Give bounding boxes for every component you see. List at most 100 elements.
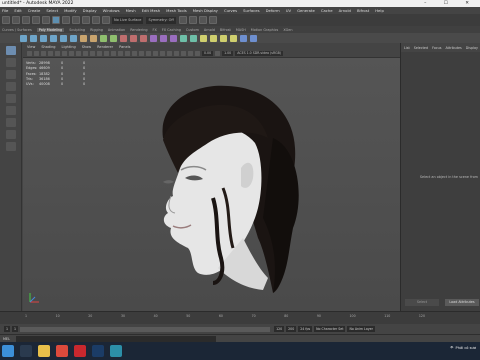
range-bar[interactable] bbox=[20, 326, 271, 332]
menu-item[interactable]: File bbox=[2, 8, 8, 13]
menu-item[interactable]: Cache bbox=[321, 8, 333, 13]
poly-cone-icon[interactable] bbox=[50, 34, 57, 42]
symmetry-dropdown[interactable]: Symmetry: Off bbox=[146, 16, 176, 24]
bookmark-icon[interactable] bbox=[34, 51, 39, 56]
depth-of-field-icon[interactable] bbox=[167, 51, 172, 56]
single-perspective-layout-icon[interactable] bbox=[5, 118, 16, 127]
open-scene-icon[interactable] bbox=[12, 16, 20, 24]
character-set-dropdown[interactable]: No Character Set bbox=[314, 326, 346, 332]
boolean-icon[interactable] bbox=[110, 34, 117, 42]
center-pivot-icon[interactable] bbox=[210, 34, 217, 42]
move-tool-icon[interactable] bbox=[5, 82, 16, 91]
shelf-tab[interactable]: Animation bbox=[108, 28, 125, 32]
channel-box-tab[interactable]: Selected bbox=[414, 46, 428, 50]
gamma-field[interactable]: 1.00 bbox=[222, 51, 234, 56]
menu-item[interactable]: Select bbox=[46, 8, 58, 13]
motion-blur-icon[interactable] bbox=[153, 51, 158, 56]
shelf-tab[interactable]: Rigging bbox=[90, 28, 103, 32]
menu-item[interactable]: Deform bbox=[266, 8, 280, 13]
menu-item[interactable]: Edit Mesh bbox=[142, 8, 161, 13]
paint-select-tool-icon[interactable] bbox=[5, 70, 16, 79]
combine-icon[interactable] bbox=[80, 34, 87, 42]
menu-item[interactable]: Windows bbox=[103, 8, 120, 13]
fps-dropdown[interactable]: 24 fps bbox=[298, 326, 313, 332]
shelf-tab[interactable]: FX bbox=[153, 28, 157, 32]
panel-menu-item[interactable]: Renderer bbox=[97, 45, 113, 49]
time-slider[interactable]: 1 10 20 30 40 50 60 70 80 90 100 110 120 bbox=[0, 311, 480, 324]
panel-menu-item[interactable]: View bbox=[27, 45, 35, 49]
xray-icon[interactable] bbox=[181, 51, 186, 56]
search-icon[interactable] bbox=[20, 345, 32, 357]
shelf-tab[interactable]: MASH bbox=[236, 28, 246, 32]
menu-item[interactable]: Bifrost bbox=[357, 8, 369, 13]
smooth-shade-icon[interactable] bbox=[111, 51, 116, 56]
bevel-icon[interactable] bbox=[140, 34, 147, 42]
reduce-icon[interactable] bbox=[250, 34, 257, 42]
extrude-icon[interactable] bbox=[120, 34, 127, 42]
file-explorer-icon[interactable] bbox=[38, 345, 50, 357]
window-controls[interactable]: – ☐ ✕ bbox=[424, 0, 477, 7]
snap-grid-icon[interactable] bbox=[72, 16, 80, 24]
exposure-field[interactable]: 0.00 bbox=[202, 51, 214, 56]
poly-sphere-icon[interactable] bbox=[20, 34, 27, 42]
snap-view-icon[interactable] bbox=[102, 16, 110, 24]
playback-end-field[interactable]: 120 bbox=[274, 326, 285, 332]
field-chart-icon[interactable] bbox=[90, 51, 95, 56]
menu-item[interactable]: Display bbox=[83, 8, 97, 13]
multisample-aa-icon[interactable] bbox=[160, 51, 165, 56]
undo-icon[interactable] bbox=[32, 16, 40, 24]
textured-icon[interactable] bbox=[125, 51, 130, 56]
mirror-icon[interactable] bbox=[200, 34, 207, 42]
shelf-tab[interactable]: Bifrost bbox=[220, 28, 231, 32]
poly-torus-icon[interactable] bbox=[60, 34, 67, 42]
select-by-component-icon[interactable] bbox=[62, 16, 70, 24]
hypershade-icon[interactable] bbox=[208, 16, 217, 24]
menu-item[interactable]: Mesh Display bbox=[193, 8, 218, 13]
xray-joints-icon[interactable] bbox=[188, 51, 193, 56]
command-input[interactable] bbox=[15, 335, 216, 342]
use-all-lights-icon[interactable] bbox=[132, 51, 137, 56]
image-plane-icon[interactable] bbox=[41, 51, 46, 56]
ipr-render-icon[interactable] bbox=[188, 16, 197, 24]
windows-start-icon[interactable] bbox=[2, 345, 14, 357]
perspective-viewport[interactable]: Verts: 28998 0 0 Edges: 46609 0 0 Faces: 18382 0 0 T… bbox=[23, 58, 400, 311]
ambient-occlusion-icon[interactable] bbox=[146, 51, 151, 56]
four-view-layout-icon[interactable] bbox=[5, 130, 16, 139]
render-settings-icon[interactable] bbox=[198, 16, 207, 24]
menu-item[interactable]: Edit bbox=[14, 8, 21, 13]
menu-item[interactable]: Arnold bbox=[339, 8, 351, 13]
playback-start-field[interactable]: 1 bbox=[12, 326, 19, 332]
shelf-tab[interactable]: Sculpting bbox=[69, 28, 85, 32]
wireframe-on-shaded-icon[interactable] bbox=[118, 51, 123, 56]
menu-item[interactable]: Create bbox=[28, 8, 41, 13]
film-gate-icon[interactable] bbox=[69, 51, 74, 56]
outliner-layout-icon[interactable] bbox=[5, 142, 16, 151]
save-scene-icon[interactable] bbox=[22, 16, 30, 24]
smooth-icon[interactable] bbox=[100, 34, 107, 42]
grease-pencil-icon[interactable] bbox=[55, 51, 60, 56]
shadows-icon[interactable] bbox=[139, 51, 144, 56]
poly-plane-icon[interactable] bbox=[70, 34, 77, 42]
channel-box-tab[interactable]: Focus bbox=[432, 46, 441, 50]
chrome-icon[interactable] bbox=[56, 345, 68, 357]
grid-toggle-icon[interactable] bbox=[62, 51, 67, 56]
shelf-tab[interactable]: Arnold bbox=[204, 28, 215, 32]
panel-menu-item[interactable]: Panels bbox=[119, 45, 130, 49]
panel-menu-item[interactable]: Show bbox=[82, 45, 91, 49]
xray-active-components-icon[interactable] bbox=[195, 51, 200, 56]
weather-icon[interactable]: ☂ bbox=[450, 345, 454, 350]
bridge-icon[interactable] bbox=[130, 34, 137, 42]
poly-cube-icon[interactable] bbox=[30, 34, 37, 42]
range-end-field[interactable]: 200 bbox=[286, 326, 297, 332]
menu-item[interactable]: Mesh Tools bbox=[166, 8, 187, 13]
resolution-gate-icon[interactable] bbox=[76, 51, 81, 56]
gamma-icon[interactable] bbox=[215, 51, 221, 56]
shelf-tab[interactable]: Poly Modeling bbox=[36, 27, 65, 32]
target-weld-icon[interactable] bbox=[160, 34, 167, 42]
gate-mask-icon[interactable] bbox=[83, 51, 88, 56]
freeze-transform-icon[interactable] bbox=[220, 34, 227, 42]
select-button[interactable]: Select bbox=[405, 299, 439, 306]
menu-item[interactable]: Modify bbox=[64, 8, 77, 13]
channel-box-tab[interactable]: List bbox=[404, 46, 410, 50]
multi-cut-icon[interactable] bbox=[150, 34, 157, 42]
